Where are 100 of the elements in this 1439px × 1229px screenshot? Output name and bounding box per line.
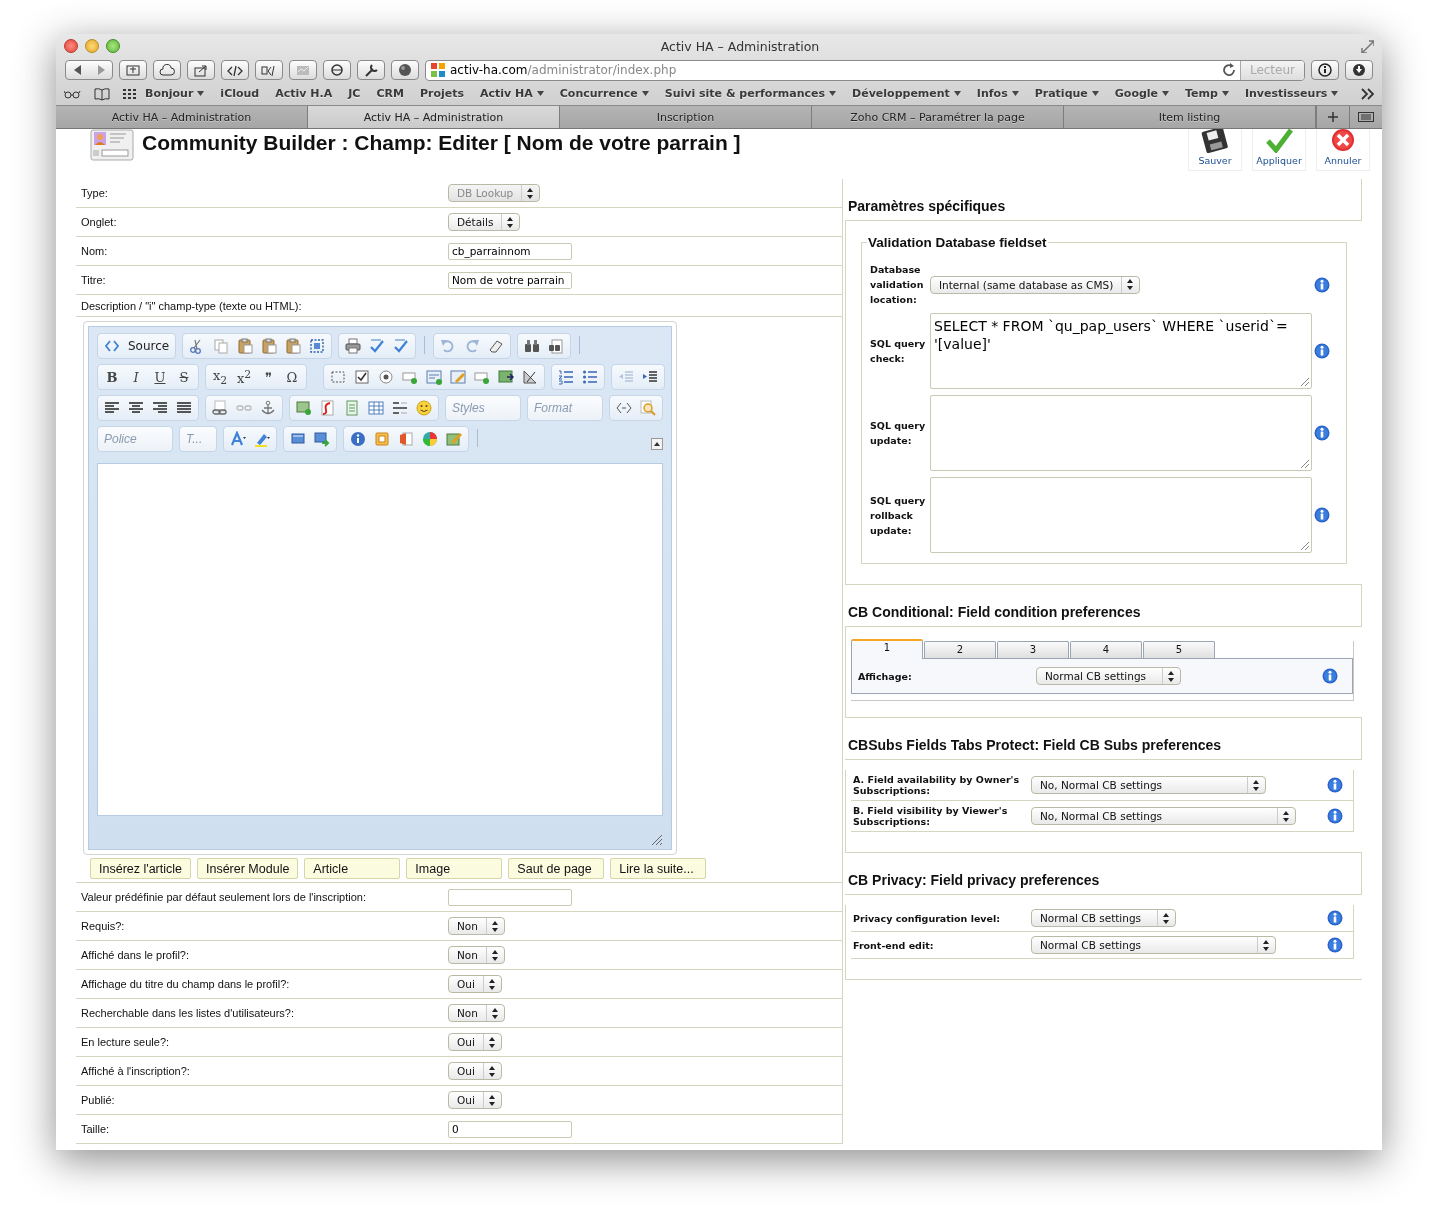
radio-icon[interactable] xyxy=(378,369,394,385)
tab[interactable]: 5 xyxy=(1143,641,1215,658)
textarea-field[interactable] xyxy=(930,395,1312,471)
highlight-color-icon[interactable] xyxy=(254,431,270,447)
browser-tab[interactable]: Inscription xyxy=(560,106,812,128)
info-icon[interactable] xyxy=(1322,668,1338,684)
bookmark-item[interactable]: Activ H.A xyxy=(267,87,341,100)
bookmark-item[interactable]: Temp xyxy=(1177,87,1237,100)
insert-button[interactable]: Insérer Module xyxy=(197,858,299,879)
special-character-button[interactable]: Ω xyxy=(284,369,300,385)
tab-overview-icon[interactable] xyxy=(1358,112,1374,122)
bookmark-item[interactable]: Bonjour xyxy=(137,87,213,100)
input-field[interactable]: Nom de votre parrain xyxy=(448,271,572,289)
dashed-square-icon[interactable] xyxy=(309,338,326,354)
horizontal-rule-icon[interactable] xyxy=(392,400,408,416)
window-icon[interactable] xyxy=(290,431,306,447)
input-field[interactable]: 0 xyxy=(448,1120,572,1138)
binoculars-page-icon[interactable] xyxy=(548,338,565,354)
bookmark-item[interactable]: CRM xyxy=(368,87,412,100)
anchor-icon[interactable] xyxy=(260,400,276,416)
tab[interactable]: 2 xyxy=(924,641,996,658)
checkmark-icon[interactable] xyxy=(393,338,410,354)
bookmark-item[interactable]: Suivi site & performances xyxy=(656,87,845,100)
numbered-list-icon[interactable] xyxy=(558,369,574,385)
bookmark-item[interactable]: Google xyxy=(1106,87,1178,100)
save-button[interactable]: Sauver xyxy=(1188,129,1242,171)
office-document-icon[interactable] xyxy=(398,431,414,447)
reload-icon[interactable] xyxy=(1221,63,1236,77)
info-icon[interactable] xyxy=(1327,937,1343,953)
select-field[interactable]: Normal CB settings xyxy=(1031,936,1276,954)
info-icon[interactable] xyxy=(1327,777,1343,793)
select-field[interactable]: No, Normal CB settings xyxy=(1031,776,1266,794)
select-field[interactable]: Normal CB settings xyxy=(1036,667,1181,685)
table-icon[interactable] xyxy=(368,400,384,416)
clipboard-icon[interactable] xyxy=(237,338,254,354)
image-edit-icon[interactable] xyxy=(446,431,462,447)
select-field[interactable]: Non xyxy=(448,1004,505,1022)
select-field[interactable]: Détails xyxy=(448,213,521,231)
share-button[interactable] xyxy=(187,60,215,80)
info-icon[interactable] xyxy=(1314,343,1330,359)
select-field[interactable]: No, Normal CB settings xyxy=(1031,807,1296,825)
resize-grip-icon[interactable] xyxy=(1300,541,1310,551)
bookmark-item[interactable]: Infos xyxy=(968,87,1027,100)
clipboard-icon[interactable] xyxy=(261,338,278,354)
select-field[interactable]: Oui xyxy=(448,1062,502,1080)
browser-tab[interactable]: Activ HA – Administration xyxy=(308,106,560,128)
tab[interactable]: 3 xyxy=(997,641,1069,658)
zoom-button[interactable] xyxy=(106,39,120,53)
bookmark-item[interactable]: iCloud xyxy=(212,87,268,100)
chain-link-icon[interactable] xyxy=(212,400,228,416)
select-field[interactable]: Normal CB settings xyxy=(1031,909,1176,927)
align-left-icon[interactable] xyxy=(104,400,120,416)
sphere-button[interactable] xyxy=(391,60,419,80)
picture-icon[interactable] xyxy=(296,400,312,416)
info-icon[interactable] xyxy=(1327,910,1343,926)
grid-icon[interactable] xyxy=(122,86,137,101)
collapse-toolbar-icon[interactable] xyxy=(651,438,663,450)
checkmark-icon[interactable] xyxy=(369,338,386,354)
text-color-icon[interactable] xyxy=(230,431,246,447)
bookmark-item[interactable]: Concurrence xyxy=(551,87,657,100)
select-field[interactable]: Non xyxy=(448,946,505,964)
open-book-icon[interactable] xyxy=(94,85,110,102)
textarea-field[interactable]: SELECT * FROM `qu_pap_users` WHERE `userid`= '[value]' xyxy=(930,313,1312,389)
quote-button[interactable]: ❞ xyxy=(260,369,276,385)
fullscreen-icon[interactable] xyxy=(1360,39,1374,53)
resize-grip-icon[interactable] xyxy=(651,834,663,846)
info-icon[interactable] xyxy=(1327,808,1343,824)
insert-button[interactable]: Insérez l'article xyxy=(90,858,191,879)
format-button[interactable]: U xyxy=(152,369,168,385)
insert-button[interactable]: Article xyxy=(304,858,401,879)
insert-button[interactable]: Saut de page xyxy=(508,858,605,879)
select-field[interactable]: Internal (same database as CMS) xyxy=(930,275,1141,294)
format-button[interactable]: B xyxy=(104,369,120,385)
info-button[interactable] xyxy=(1311,60,1339,80)
framed-document-icon[interactable] xyxy=(374,431,390,447)
form-icon[interactable] xyxy=(426,369,442,385)
checkbox-icon[interactable] xyxy=(354,369,370,385)
image-button-icon[interactable] xyxy=(498,369,514,385)
input-field[interactable] xyxy=(448,888,572,906)
clipboard-icon[interactable] xyxy=(285,338,302,354)
cancel-button[interactable]: Annuler xyxy=(1316,129,1370,171)
validator-button[interactable] xyxy=(255,60,283,80)
align-right-icon[interactable] xyxy=(152,400,168,416)
browser-tab[interactable]: Zoho CRM – Paramétrer la page xyxy=(812,106,1064,128)
format-button[interactable]: S xyxy=(176,369,192,385)
bullet-list-icon[interactable] xyxy=(582,369,598,385)
bookmark-item[interactable]: Pratique xyxy=(1026,87,1107,100)
bookmark-item[interactable]: Investisseurs xyxy=(1236,87,1347,100)
insert-button[interactable]: Lire la suite... xyxy=(610,858,707,879)
script-button[interactable]: x$^{2}$ xyxy=(236,367,252,387)
align-center-icon[interactable] xyxy=(128,400,144,416)
tab[interactable]: 1 xyxy=(851,639,923,659)
select-field[interactable]: Non xyxy=(448,917,505,935)
select-field[interactable]: Oui xyxy=(448,1033,502,1051)
tab[interactable]: 4 xyxy=(1070,641,1142,658)
flash-icon[interactable] xyxy=(320,400,336,416)
eraser-icon[interactable] xyxy=(488,338,505,354)
insert-button[interactable]: Image xyxy=(406,858,503,879)
info-icon[interactable] xyxy=(1314,276,1330,293)
close-button[interactable] xyxy=(64,39,78,53)
